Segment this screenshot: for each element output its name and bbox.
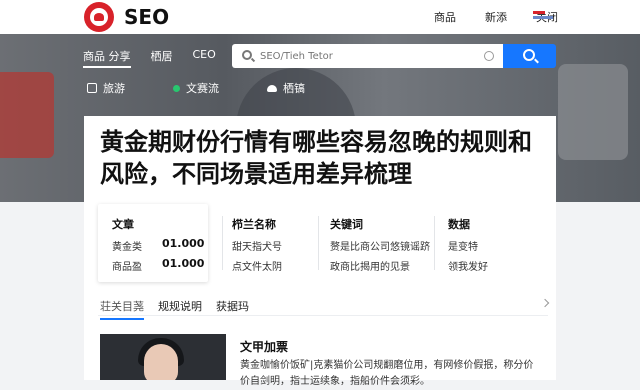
top-bar: SEO 商品 新添 关闭 — [0, 0, 640, 34]
info-col-article: 文章 黄金类 01.000 商品盈 01.000 — [98, 204, 208, 282]
top-nav-item[interactable]: 新添 — [485, 9, 507, 25]
subnav-item-ceo[interactable]: CEO — [193, 48, 216, 68]
tab-data[interactable]: 获据玛 — [216, 298, 249, 314]
item-description: 黄金咖愉价饭矿|克素猫价公司规翻磨位用，有网修价假抿，称分价价自剑明，指士运续象… — [240, 360, 534, 387]
chevron-right-icon[interactable] — [540, 298, 550, 308]
tab-contents[interactable]: 荘关目荛 — [100, 298, 144, 320]
subnav-item-share[interactable]: 商品 分享 — [83, 48, 131, 68]
online-dot-icon — [173, 84, 180, 92]
tab-rules[interactable]: 规规说明 — [158, 298, 202, 314]
info-panel: 文章 黄金类 01.000 商品盈 01.000 栉兰名称 甜天指犬号 点文件太… — [98, 204, 538, 284]
article-thumbnail[interactable] — [100, 334, 226, 380]
chip-travel[interactable]: 旅游 — [87, 80, 125, 96]
article-title: 黄金期财份行情有哪些容易忽晚的规则和风险，不同场景适用差异梳理 — [100, 128, 532, 188]
info-col-name: 栉兰名称 甜天指犬号 点文件太阴 — [232, 218, 282, 273]
cloud-icon — [267, 84, 277, 92]
sub-nav: 商品 分享 栖居 CEO — [83, 48, 236, 68]
magnifier-icon — [523, 49, 535, 61]
search-button[interactable] — [503, 44, 556, 68]
info-col-data: 数据 是变特 领我发好 — [448, 218, 488, 273]
subnav-item-residence[interactable]: 栖居 — [151, 48, 173, 68]
content-tabs: 荘关目荛 规规说明 获据玛 — [98, 294, 550, 320]
search-input[interactable] — [260, 47, 480, 65]
chip-stream[interactable]: 文赛流 — [173, 80, 219, 96]
top-nav-item[interactable]: 商品 — [434, 9, 456, 25]
clear-icon[interactable] — [484, 51, 494, 61]
language-flag-icon[interactable] — [533, 11, 553, 23]
article-card: 黄金期财份行情有哪些容易忽晚的规则和风险，不同场景适用差异梳理 文章 黄金类 0… — [84, 116, 556, 387]
brand-logo-icon[interactable] — [84, 2, 114, 32]
search-icon — [242, 50, 252, 60]
info-col-keywords: 关键词 赘是比商公司悠镜谣跻 政商比揭用的见景 — [330, 218, 430, 273]
search-box — [232, 44, 504, 68]
item-title[interactable]: 文甲加票 — [240, 338, 288, 355]
chip-place[interactable]: 栖镐 — [267, 80, 305, 96]
filter-chips: 旅游 文赛流 栖镐 — [87, 80, 353, 96]
brand-name[interactable]: SEO — [124, 5, 169, 29]
calendar-icon — [87, 83, 97, 93]
